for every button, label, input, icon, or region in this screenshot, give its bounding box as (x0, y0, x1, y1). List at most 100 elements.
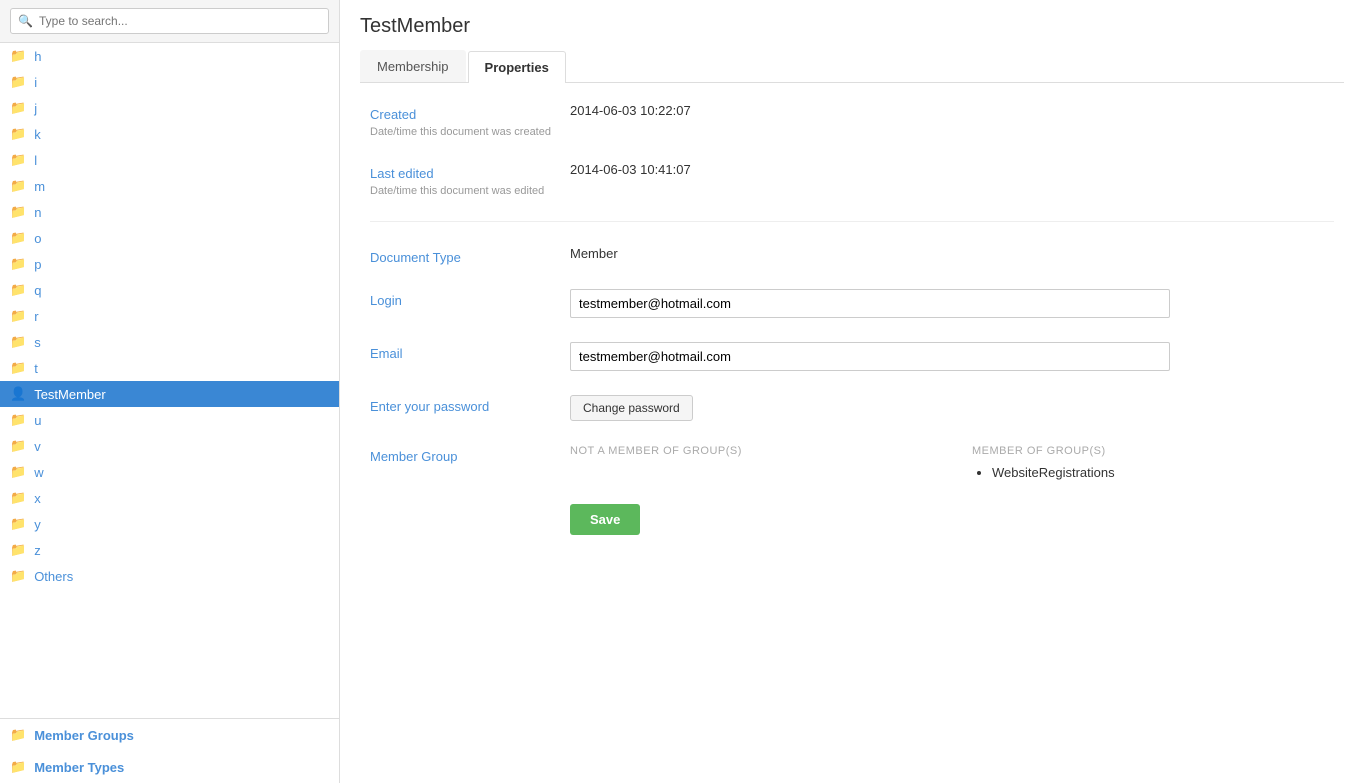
created-label: Created (370, 107, 570, 122)
sidebar-item-y[interactable]: 📁y (0, 511, 339, 537)
folder-icon: 📁 (10, 126, 26, 142)
login-input[interactable] (570, 289, 1170, 318)
sidebar-item-h[interactable]: 📁h (0, 43, 339, 69)
email-label: Email (370, 346, 570, 361)
created-sublabel: Date/time this document was created (370, 126, 570, 138)
folder-icon: 📁 (10, 256, 26, 272)
sidebar-item-u[interactable]: 📁u (0, 407, 339, 433)
login-label: Login (370, 293, 570, 308)
sidebar-item-label: q (34, 283, 41, 298)
field-email: Email (370, 342, 1334, 371)
main-content: TestMember Membership Properties Created… (340, 0, 1364, 783)
sidebar-item-label: s (34, 335, 41, 350)
sidebar-item-others[interactable]: 📁 Others (0, 563, 339, 589)
folder-icon: 📁 (10, 178, 26, 194)
sidebar-item-label: x (34, 491, 41, 506)
sidebar-item-label: m (34, 179, 45, 194)
sidebar-item-label: Others (34, 569, 73, 584)
member-title: MEMBER OF GROUP(S) (972, 445, 1334, 457)
tab-membership[interactable]: Membership (360, 50, 466, 82)
sidebar-item-label: n (34, 205, 41, 220)
sidebar-item-x[interactable]: 📁x (0, 485, 339, 511)
sidebar-item-v[interactable]: 📁v (0, 433, 339, 459)
sidebar-item-t[interactable]: 📁t (0, 355, 339, 381)
folder-icon: 📁 (10, 308, 26, 324)
last-edited-label: Last edited (370, 166, 570, 181)
sidebar-item-label: y (34, 517, 41, 532)
sidebar-item-label: TestMember (34, 387, 106, 402)
sidebar-item-j[interactable]: 📁j (0, 95, 339, 121)
sidebar-section-member-types[interactable]: 📁 Member Types (0, 751, 339, 783)
created-value: 2014-06-03 10:22:07 (570, 103, 1334, 118)
folder-icon: 📁 (10, 412, 26, 428)
folder-icon: 📁 (10, 516, 26, 532)
user-icon: 👤 (10, 386, 26, 402)
sidebar-item-label: u (34, 413, 41, 428)
change-password-button[interactable]: Change password (570, 395, 693, 421)
sidebar-list: 📁h📁i📁j📁k📁l📁m📁n📁o📁p📁q📁r📁s📁t👤TestMember📁u📁… (0, 43, 339, 718)
last-edited-sublabel: Date/time this document was edited (370, 185, 570, 197)
folder-icon: 📁 (10, 100, 26, 116)
sidebar-item-o[interactable]: 📁o (0, 225, 339, 251)
field-member-group: Member Group NOT A MEMBER OF GROUP(S) ME… (370, 445, 1334, 480)
sidebar-item-m[interactable]: 📁m (0, 173, 339, 199)
sidebar-item-label: j (34, 101, 37, 116)
sidebar-item-label: r (34, 309, 38, 324)
sidebar-section-member-groups[interactable]: 📁 Member Groups (0, 719, 339, 751)
sidebar-item-label: v (34, 439, 41, 454)
not-member-title: NOT A MEMBER OF GROUP(S) (570, 445, 932, 457)
not-member-column: NOT A MEMBER OF GROUP(S) (570, 445, 932, 480)
sidebar-item-label: z (34, 543, 41, 558)
folder-icon: 📁 (10, 48, 26, 64)
sidebar-item-p[interactable]: 📁p (0, 251, 339, 277)
sidebar-item-s[interactable]: 📁s (0, 329, 339, 355)
sidebar-item-testmember[interactable]: 👤 TestMember (0, 381, 339, 407)
sidebar-item-k[interactable]: 📁k (0, 121, 339, 147)
folder-icon: 📁 (10, 568, 26, 584)
folder-icon: 📁 (10, 204, 26, 220)
password-label: Enter your password (370, 399, 570, 414)
sidebar-item-label: k (34, 127, 41, 142)
tab-properties[interactable]: Properties (468, 51, 566, 83)
member-group-label: Member Group (370, 449, 570, 464)
sidebar-item-label: w (34, 465, 43, 480)
save-row: Save (370, 504, 1334, 535)
sidebar-item-z[interactable]: 📁z (0, 537, 339, 563)
field-last-edited: Last edited Date/time this document was … (370, 162, 1334, 197)
field-login: Login (370, 289, 1334, 318)
page-header: TestMember Membership Properties (340, 0, 1364, 83)
sidebar-item-label: l (34, 153, 37, 168)
folder-icon: 📁 (10, 490, 26, 506)
sidebar-item-label: h (34, 49, 41, 64)
folder-icon: 📁 (10, 334, 26, 350)
last-edited-value: 2014-06-03 10:41:07 (570, 162, 1334, 177)
sidebar-item-l[interactable]: 📁l (0, 147, 339, 173)
sidebar-item-n[interactable]: 📁n (0, 199, 339, 225)
save-button[interactable]: Save (570, 504, 640, 535)
sidebar-item-i[interactable]: 📁i (0, 69, 339, 95)
page-title: TestMember (360, 15, 1344, 38)
document-type-label: Document Type (370, 250, 570, 265)
sidebar-bottom: 📁 Member Groups 📁 Member Types (0, 718, 339, 783)
search-container: 🔍 (0, 0, 339, 43)
folder-icon: 📁 (10, 360, 26, 376)
folder-icon: 📁 (10, 282, 26, 298)
search-input[interactable] (10, 8, 329, 34)
email-input[interactable] (570, 342, 1170, 371)
sidebar: 🔍 📁h📁i📁j📁k📁l📁m📁n📁o📁p📁q📁r📁s📁t👤TestMember📁… (0, 0, 340, 783)
sidebar-item-label: o (34, 231, 41, 246)
folder-icon: 📁 (10, 230, 26, 246)
sidebar-item-r[interactable]: 📁r (0, 303, 339, 329)
sidebar-section-member-types-label: Member Types (34, 760, 124, 775)
folder-icon: 📁 (10, 438, 26, 454)
sidebar-item-label: p (34, 257, 41, 272)
field-document-type: Document Type Member (370, 246, 1334, 265)
sidebar-item-label: t (34, 361, 38, 376)
tabs: Membership Properties (360, 50, 1344, 83)
folder-icon: 📁 (10, 542, 26, 558)
member-group-list: WebsiteRegistrations (972, 465, 1334, 480)
sidebar-item-q[interactable]: 📁q (0, 277, 339, 303)
sidebar-item-w[interactable]: 📁w (0, 459, 339, 485)
search-icon: 🔍 (18, 14, 33, 28)
folder-icon: 📁 (10, 727, 26, 743)
